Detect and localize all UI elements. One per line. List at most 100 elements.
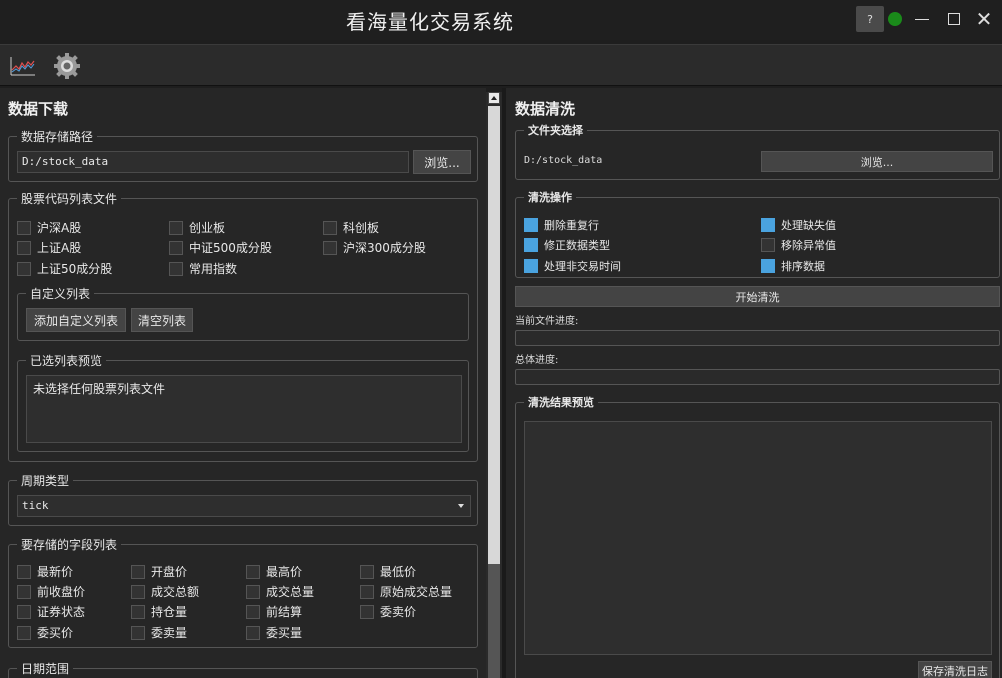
clean-op-checkbox[interactable]: 移除异常值 <box>761 237 836 253</box>
checkbox-box[interactable] <box>17 564 31 579</box>
stock-list-checkbox[interactable]: 常用指数 <box>169 260 237 277</box>
clean-browse-button[interactable]: 浏览... <box>761 151 993 172</box>
field-checkbox[interactable]: 最低价 <box>360 563 416 580</box>
clean-op-checkbox[interactable]: 处理非交易时间 <box>524 258 621 274</box>
stock-list-checkbox[interactable]: 创业板 <box>169 219 225 236</box>
minimize-button[interactable] <box>912 9 932 29</box>
checkbox-box[interactable] <box>360 584 374 599</box>
storage-browse-button[interactable]: 浏览... <box>413 150 471 174</box>
field-checkbox[interactable]: 成交总额 <box>131 583 199 600</box>
checkbox-box[interactable] <box>131 564 145 579</box>
checkbox-box[interactable] <box>360 564 374 579</box>
checkbox-box[interactable] <box>169 240 183 255</box>
checkbox-box[interactable] <box>761 218 775 232</box>
total-progress-label: 总体进度: <box>515 355 559 366</box>
field-checkbox[interactable]: 证券状态 <box>17 603 85 620</box>
add-custom-list-button[interactable]: 添加自定义列表 <box>26 308 126 332</box>
checkbox-box[interactable] <box>360 604 374 619</box>
checkbox-box[interactable] <box>17 625 31 640</box>
field-checkbox[interactable]: 委卖价 <box>360 603 416 620</box>
field-checkbox[interactable]: 委买价 <box>17 624 73 641</box>
fields-group: 要存储的字段列表 最新价 开盘价 最高价 最低价 前收盘价 成交总额 成交总量 … <box>8 536 478 648</box>
checkbox-box[interactable] <box>524 218 538 232</box>
clean-folder-path: D:/stock_data <box>524 155 603 166</box>
checkbox-label: 科创板 <box>343 221 380 235</box>
clean-op-checkbox[interactable]: 处理缺失值 <box>761 217 836 233</box>
date-range-group-title: 日期范围 <box>17 660 74 677</box>
checkbox-box[interactable] <box>17 584 31 599</box>
checkbox-label: 前收盘价 <box>37 585 86 599</box>
field-checkbox[interactable]: 最新价 <box>17 563 73 580</box>
checkbox-label: 中证500成分股 <box>189 241 272 255</box>
field-checkbox[interactable]: 最高价 <box>246 563 302 580</box>
checkbox-label: 开盘价 <box>151 565 188 579</box>
settings-tool-button[interactable] <box>52 51 82 81</box>
total-progress-bar <box>515 369 1000 385</box>
maximize-button[interactable] <box>944 9 964 29</box>
clean-result-text-area[interactable] <box>524 421 992 655</box>
checkbox-box[interactable] <box>524 259 538 273</box>
save-clean-log-button[interactable]: 保存清洗日志 <box>918 661 992 678</box>
checkbox-label: 委买价 <box>37 626 74 640</box>
help-button[interactable]: ? <box>856 6 884 32</box>
left-panel-scrollbar[interactable] <box>486 92 502 678</box>
checkbox-label: 证券状态 <box>37 605 86 619</box>
start-clean-button[interactable]: 开始清洗 <box>515 286 1000 307</box>
checkbox-box[interactable] <box>246 604 260 619</box>
field-checkbox[interactable]: 委卖量 <box>131 624 187 641</box>
selected-list-preview-group: 已选列表预览 未选择任何股票列表文件 <box>17 352 469 452</box>
checkbox-box[interactable] <box>17 604 31 619</box>
field-checkbox[interactable]: 成交总量 <box>246 583 314 600</box>
field-checkbox[interactable]: 开盘价 <box>131 563 187 580</box>
stock-list-checkbox[interactable]: 沪深300成分股 <box>323 239 426 256</box>
clean-op-checkbox[interactable]: 修正数据类型 <box>524 237 610 253</box>
checkbox-label: 委卖量 <box>151 626 188 640</box>
checkbox-box[interactable] <box>323 240 337 255</box>
stock-list-checkbox[interactable]: 中证500成分股 <box>169 239 272 256</box>
checkbox-box[interactable] <box>169 220 183 235</box>
scroll-thumb[interactable] <box>488 564 500 678</box>
field-checkbox[interactable]: 前结算 <box>246 603 302 620</box>
field-checkbox[interactable]: 持仓量 <box>131 603 187 620</box>
custom-list-group: 自定义列表 添加自定义列表 清空列表 <box>17 285 469 341</box>
period-type-select[interactable]: tick <box>17 495 471 517</box>
checkbox-box[interactable] <box>131 584 145 599</box>
checkbox-label: 成交总量 <box>266 585 315 599</box>
checkbox-box[interactable] <box>17 261 31 276</box>
checkbox-box[interactable] <box>17 220 31 235</box>
period-type-value: tick <box>22 499 49 512</box>
close-button[interactable]: ✕ <box>974 7 994 31</box>
chart-tool-button[interactable] <box>8 51 38 81</box>
checkbox-label: 处理非交易时间 <box>544 260 621 273</box>
storage-path-group: 数据存储路径 D:/stock_data 浏览... <box>8 128 478 182</box>
stock-list-checkbox[interactable]: 沪深A股 <box>17 219 81 236</box>
checkbox-box[interactable] <box>131 625 145 640</box>
checkbox-label: 处理缺失值 <box>781 219 836 232</box>
checkbox-box[interactable] <box>323 220 337 235</box>
stock-list-checkbox[interactable]: 科创板 <box>323 219 379 236</box>
title-bar: 看海量化交易系统 ? ✕ <box>0 0 1002 40</box>
clean-op-checkbox[interactable]: 删除重复行 <box>524 217 599 233</box>
folder-select-group-title: 文件夹选择 <box>524 122 587 138</box>
download-panel-title: 数据下载 <box>8 100 69 118</box>
field-checkbox[interactable]: 原始成交总量 <box>360 583 452 600</box>
clear-list-button[interactable]: 清空列表 <box>131 308 193 332</box>
checkbox-box[interactable] <box>246 564 260 579</box>
clean-op-checkbox[interactable]: 排序数据 <box>761 258 825 274</box>
storage-path-input[interactable]: D:/stock_data <box>17 151 409 173</box>
checkbox-box[interactable] <box>524 238 538 252</box>
checkbox-label: 持仓量 <box>151 605 188 619</box>
checkbox-box[interactable] <box>761 238 775 252</box>
checkbox-box[interactable] <box>169 261 183 276</box>
field-checkbox[interactable]: 前收盘价 <box>17 583 85 600</box>
checkbox-box[interactable] <box>17 240 31 255</box>
checkbox-box[interactable] <box>246 625 260 640</box>
checkbox-box[interactable] <box>131 604 145 619</box>
scroll-up-button[interactable] <box>488 92 500 104</box>
checkbox-box[interactable] <box>246 584 260 599</box>
selected-list-preview-text[interactable]: 未选择任何股票列表文件 <box>26 375 462 443</box>
stock-list-checkbox[interactable]: 上证A股 <box>17 239 81 256</box>
checkbox-box[interactable] <box>761 259 775 273</box>
field-checkbox[interactable]: 委买量 <box>246 624 302 641</box>
stock-list-checkbox[interactable]: 上证50成分股 <box>17 260 112 277</box>
